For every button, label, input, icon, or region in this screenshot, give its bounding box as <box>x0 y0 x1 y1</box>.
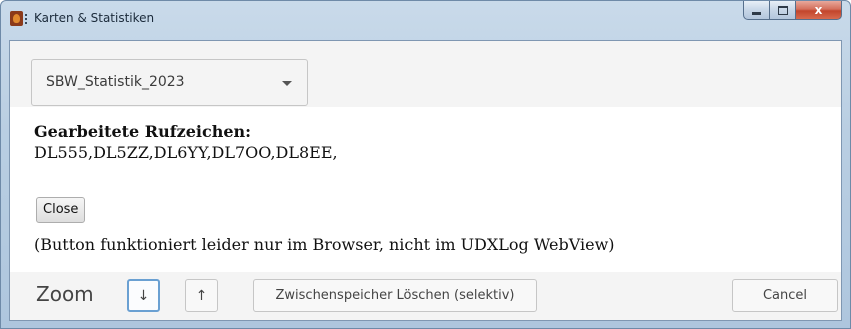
minimize-button[interactable] <box>743 1 770 20</box>
browser-note: (Button funktioniert leider nur im Brows… <box>34 235 615 254</box>
arrow-down-icon: ↓ <box>137 287 150 304</box>
zoom-label: Zoom <box>36 282 94 306</box>
close-button[interactable]: Close <box>36 197 86 223</box>
worked-calls-list: DL555,DL5ZZ,DL6YY,DL7OO,DL8EE, <box>34 143 338 162</box>
zoom-out-button[interactable]: ↓ <box>127 279 160 312</box>
window-title: Karten & Statistiken <box>34 11 155 25</box>
maximize-button[interactable] <box>770 1 796 20</box>
app-icon[interactable] <box>10 11 23 26</box>
selector-bar: SBW_Statistik_2023 <box>10 41 841 107</box>
webview-content: Gearbeitete Rufzeichen: DL555,DL5ZZ,DL6Y… <box>10 107 841 272</box>
app-icon-separator <box>25 12 28 25</box>
dropdown-selected-value: SBW_Statistik_2023 <box>46 74 185 90</box>
title-bar[interactable]: Karten & Statistiken x <box>1 1 850 41</box>
maximize-icon <box>777 5 788 15</box>
app-window: Karten & Statistiken x SBW_Statistik_202… <box>0 0 851 329</box>
arrow-up-icon: ↑ <box>195 287 208 304</box>
statistics-dropdown[interactable]: SBW_Statistik_2023 <box>31 59 308 106</box>
clear-cache-button[interactable]: Zwischenspeicher Löschen (selektiv) <box>253 279 537 312</box>
minimize-icon <box>752 11 761 15</box>
client-area: SBW_Statistik_2023 Gearbeitete Rufzeiche… <box>9 40 842 321</box>
close-window-button[interactable]: x <box>796 1 842 20</box>
chevron-down-icon <box>282 81 292 86</box>
cancel-button[interactable]: Cancel <box>732 279 838 312</box>
footer-toolbar: Zoom ↓ ↑ Zwischenspeicher Löschen (selek… <box>10 272 841 320</box>
window-caption-buttons: x <box>743 1 842 20</box>
worked-calls-heading: Gearbeitete Rufzeichen: <box>34 122 252 141</box>
zoom-in-button[interactable]: ↑ <box>185 279 218 312</box>
close-icon: x <box>814 3 823 17</box>
